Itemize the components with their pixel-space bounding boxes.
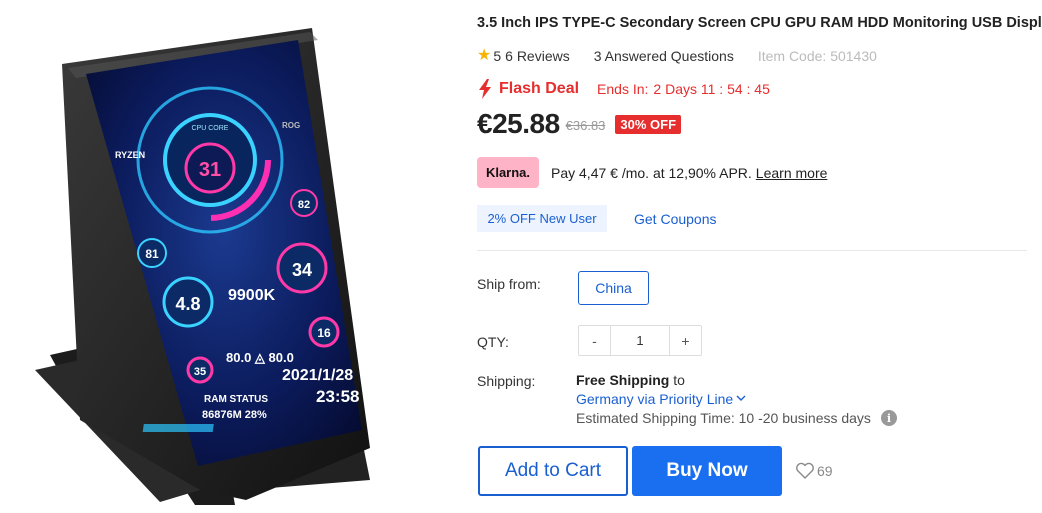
discount-badge: 30% OFF xyxy=(615,114,682,134)
qty-decrease-button[interactable]: - xyxy=(579,326,610,355)
screen-ryzen-logo: RYZEN xyxy=(115,150,145,160)
klarna-text: Pay 4,47 € /mo. at 12,90% APR. xyxy=(551,164,752,181)
info-icon[interactable]: i xyxy=(880,410,897,426)
qty-label: QTY: xyxy=(477,334,509,350)
star-icon: ★ xyxy=(477,47,492,64)
product-photo: 31 CPU CORE ROG RYZEN 81 82 4.8 34 9900K… xyxy=(35,28,370,505)
klarna-learn-more-link[interactable]: Learn more xyxy=(756,165,828,181)
wishlist-count: 69 xyxy=(817,463,833,479)
shipping-info: Free Shipping to Germany via Priority Li… xyxy=(576,372,897,426)
screen-date: 2021/1/28 xyxy=(282,367,353,384)
countdown-timer: 2 Days 11 : 54 : 45 xyxy=(653,81,770,97)
lightning-icon xyxy=(479,79,491,99)
screen-ram-label: RAM STATUS xyxy=(204,394,268,405)
wishlist-button[interactable]: 69 xyxy=(795,462,833,480)
shipping-line: Free Shipping to xyxy=(576,372,897,388)
screen-gauge-35: 35 xyxy=(194,366,206,378)
ship-from-label: Ship from: xyxy=(477,276,541,292)
add-to-cart-button[interactable]: Add to Cart xyxy=(478,446,628,496)
free-shipping-text: Free Shipping xyxy=(576,372,670,388)
klarna-logo: Klarna. xyxy=(477,157,539,188)
shipping-label: Shipping: xyxy=(477,373,536,389)
screen-readout: 80.0 ◬ 80.0 xyxy=(226,350,294,365)
reviews-link[interactable]: 6 Reviews xyxy=(505,48,570,64)
quantity-stepper: - 1 + xyxy=(578,325,702,356)
screen-cpu-temp: 31 xyxy=(199,159,221,181)
product-meta: ★ 5 6 Reviews 3 Answered Questions Item … xyxy=(477,47,877,65)
qty-input[interactable]: 1 xyxy=(610,326,670,355)
rating-value: 5 xyxy=(493,48,502,64)
current-price: €25.88 xyxy=(477,108,560,139)
countdown-label: Ends In: xyxy=(597,81,649,97)
shipping-estimate: Estimated Shipping Time: 10 -20 business… xyxy=(576,410,871,426)
screen-freq: 4.8 xyxy=(175,294,200,314)
product-image[interactable]: 31 CPU CORE ROG RYZEN 81 82 4.8 34 9900K… xyxy=(20,10,440,505)
divider xyxy=(477,250,1027,251)
product-info: 3.5 Inch IPS TYPE-C Secondary Screen CPU… xyxy=(477,0,1042,513)
screen-gauge-82: 82 xyxy=(298,199,310,211)
original-price: €36.83 xyxy=(565,117,606,133)
screen-gauge-81: 81 xyxy=(145,247,159,261)
screen-core: 9900K xyxy=(228,287,276,304)
screen-time: 23:58 xyxy=(316,387,359,406)
ship-from-china-button[interactable]: China xyxy=(578,271,649,305)
screen-gauge-34: 34 xyxy=(292,260,312,280)
shipping-estimate-line: Estimated Shipping Time: 10 -20 business… xyxy=(576,410,897,426)
item-code: Item Code: 501430 xyxy=(757,48,877,64)
get-coupons-link[interactable]: Get Coupons xyxy=(634,211,717,227)
new-user-coupon-badge: 2% OFF New User xyxy=(477,205,607,232)
product-title: 3.5 Inch IPS TYPE-C Secondary Screen CPU… xyxy=(477,15,1042,31)
chevron-down-icon xyxy=(736,393,746,405)
shipping-to-text: to xyxy=(673,372,685,388)
flash-deal-label: Flash Deal xyxy=(499,80,580,97)
price-row: €25.88 €36.83 30% OFF xyxy=(477,108,682,140)
shipping-destination: Germany via Priority Line xyxy=(576,391,734,407)
coupon-row: 2% OFF New User Get Coupons xyxy=(477,205,717,232)
klarna-row: Klarna. Pay 4,47 € /mo. at 12,90% APR. L… xyxy=(477,157,827,188)
heart-icon xyxy=(796,462,814,479)
screen-ram-value: 86876M 28% xyxy=(202,409,267,421)
shipping-destination-dropdown[interactable]: Germany via Priority Line xyxy=(576,391,897,407)
flash-deal-row: Flash Deal Ends In: 2 Days 11 : 54 : 45 xyxy=(477,79,770,99)
screen-rog-logo: ROG xyxy=(282,121,300,130)
qty-increase-button[interactable]: + xyxy=(670,326,701,355)
screen-gauge-16: 16 xyxy=(317,326,331,340)
buy-now-button[interactable]: Buy Now xyxy=(632,446,782,496)
answered-questions-link[interactable]: 3 Answered Questions xyxy=(594,48,734,64)
screen-cpu-core-label: CPU CORE xyxy=(192,125,229,132)
